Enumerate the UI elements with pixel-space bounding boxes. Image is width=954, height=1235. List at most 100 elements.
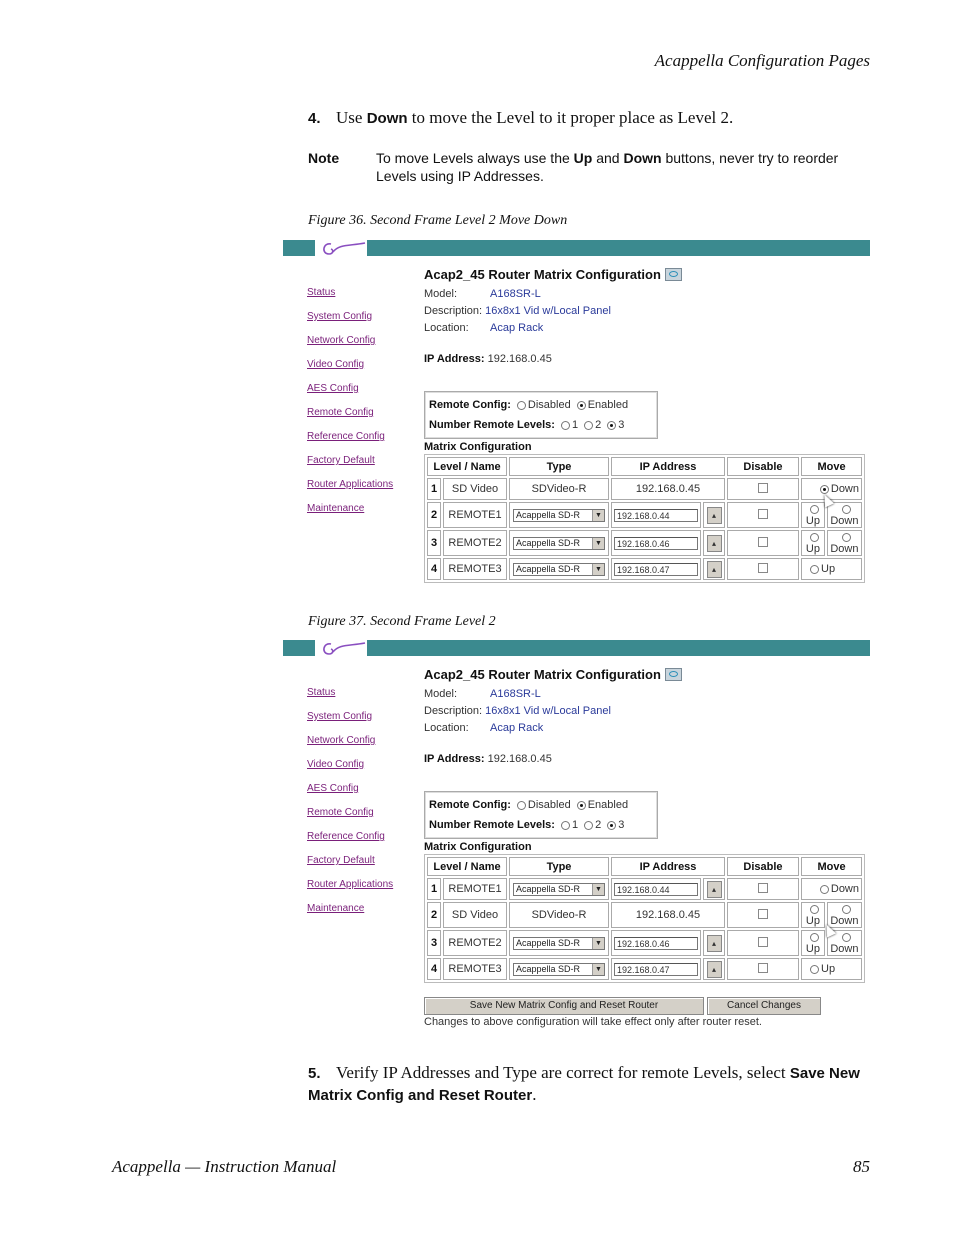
move-up-radio[interactable] — [810, 904, 820, 914]
ip-spin-button[interactable]: ▴ — [706, 960, 722, 978]
radio-label: 1 — [571, 419, 579, 431]
disable-checkbox[interactable] — [758, 936, 768, 947]
down-label: Down — [830, 883, 859, 895]
nav-link-video-config[interactable]: Video Config — [307, 358, 393, 382]
figure-36-caption: Figure 36. Second Frame Level 2 Move Dow… — [308, 213, 568, 228]
type-select[interactable]: Acappella SD-R ▼ — [513, 882, 605, 896]
move-up-radio[interactable] — [810, 504, 820, 514]
nav-link-factory-default[interactable]: Factory Default — [307, 854, 393, 878]
num-remote-radio-3[interactable] — [607, 820, 617, 830]
save-reset-button[interactable]: Save New Matrix Config and Reset Router — [424, 997, 704, 1015]
chevron-down-icon[interactable]: ▼ — [592, 963, 604, 975]
remote-config-radio-disabled[interactable] — [516, 400, 526, 410]
nav-link-system-config[interactable]: System Config — [307, 310, 393, 334]
disable-checkbox[interactable] — [758, 508, 768, 519]
disable-checkbox[interactable] — [758, 536, 768, 547]
chevron-down-icon[interactable]: ▼ — [592, 937, 604, 949]
move-down-radio[interactable] — [819, 884, 829, 894]
select-value: Acappella SD-R — [516, 964, 581, 974]
disable-checkbox[interactable] — [758, 562, 768, 573]
num-remote-radio-2[interactable] — [584, 820, 594, 830]
disable-checkbox[interactable] — [758, 962, 768, 973]
move-down-radio[interactable] — [841, 532, 851, 542]
nav-link-aes-config[interactable]: AES Config — [307, 782, 393, 806]
ip-spin-button[interactable]: ▴ — [706, 506, 722, 524]
nav-link-reference-config[interactable]: Reference Config — [307, 430, 393, 454]
nav-link-aes-config[interactable]: AES Config — [307, 382, 393, 406]
level-name: REMOTE2 — [443, 930, 507, 956]
nav-link-network-config[interactable]: Network Config — [307, 734, 393, 758]
nav-link-remote-config[interactable]: Remote Config — [307, 806, 393, 830]
move-up-radio[interactable] — [810, 532, 820, 542]
model-value: A168SR-L — [490, 288, 541, 300]
chevron-down-icon[interactable]: ▼ — [592, 537, 604, 549]
num-remote-radio-2[interactable] — [584, 420, 594, 430]
nav-link-status[interactable]: Status — [307, 686, 393, 710]
chevron-down-icon[interactable]: ▼ — [592, 509, 604, 521]
level-number: 2 — [427, 902, 441, 928]
disable-checkbox[interactable] — [758, 908, 768, 919]
move-down-radio[interactable] — [841, 904, 851, 914]
ip-input[interactable]: 192.168.0.46 — [614, 536, 698, 550]
model-label: Model: — [424, 288, 458, 300]
remote-config-radio-disabled[interactable] — [516, 800, 526, 810]
chevron-down-icon[interactable]: ▼ — [592, 563, 604, 575]
footer-manual-title: Acappella — Instruction Manual — [112, 1157, 337, 1176]
nav-link-router-applications[interactable]: Router Applications — [307, 878, 393, 902]
nav-link-video-config[interactable]: Video Config — [307, 758, 393, 782]
type-select[interactable]: Acappella SD-R ▼ — [513, 536, 605, 550]
down-label: Down — [830, 543, 859, 555]
ip-spin-button[interactable]: ▴ — [706, 560, 722, 578]
down-label: Down — [830, 915, 859, 927]
ip-spin-button[interactable]: ▴ — [706, 934, 722, 952]
ip-spin-button[interactable]: ▴ — [706, 534, 722, 552]
remote-config-radio-enabled[interactable] — [576, 800, 586, 810]
nav-link-router-applications[interactable]: Router Applications — [307, 478, 393, 502]
ip-input[interactable]: 192.168.0.46 — [614, 936, 698, 950]
nav-link-factory-default[interactable]: Factory Default — [307, 454, 393, 478]
nav-link-network-config[interactable]: Network Config — [307, 334, 393, 358]
ip-spin-button[interactable]: ▴ — [706, 880, 722, 898]
type-select[interactable]: Acappella SD-R ▼ — [513, 962, 605, 976]
nav-link-reference-config[interactable]: Reference Config — [307, 830, 393, 854]
ip-input[interactable]: 192.168.0.44 — [614, 882, 698, 896]
column-header: Level / Name — [427, 457, 507, 476]
type-select[interactable]: Acappella SD-R ▼ — [513, 562, 605, 576]
move-up-radio[interactable] — [810, 964, 819, 974]
column-header: Move — [801, 457, 862, 476]
radio-label: 2 — [595, 819, 602, 831]
ip-input[interactable]: 192.168.0.44 — [614, 508, 698, 522]
ip-input[interactable]: 192.168.0.47 — [614, 962, 698, 976]
num-remote-radio-1[interactable] — [560, 820, 570, 830]
ip-input[interactable]: 192.168.0.47 — [614, 562, 698, 576]
num-remote-radio-3[interactable] — [607, 420, 617, 430]
reset-note: Changes to above configuration will take… — [424, 1016, 762, 1028]
type-select[interactable]: Acappella SD-R ▼ — [513, 936, 605, 950]
refresh-icon[interactable] — [664, 267, 682, 281]
type-select[interactable]: Acappella SD-R ▼ — [513, 508, 605, 522]
up-label: Up — [805, 515, 820, 527]
radio-label: 3 — [618, 819, 625, 831]
disable-checkbox[interactable] — [758, 882, 768, 893]
refresh-icon[interactable] — [664, 667, 682, 681]
nav-link-status[interactable]: Status — [307, 286, 393, 310]
disable-cell — [727, 530, 799, 556]
nav-link-maintenance[interactable]: Maintenance — [307, 902, 393, 926]
nav-link-maintenance[interactable]: Maintenance — [307, 502, 393, 526]
nav-link-system-config[interactable]: System Config — [307, 710, 393, 734]
chevron-down-icon[interactable]: ▼ — [592, 883, 604, 895]
move-down-radio[interactable] — [841, 932, 851, 942]
move-down-radio[interactable] — [841, 504, 851, 514]
ip-cell: 192.168.0.46 — [611, 530, 701, 556]
disable-checkbox[interactable] — [758, 482, 768, 493]
nav-link-remote-config[interactable]: Remote Config — [307, 406, 393, 430]
move-up-radio[interactable] — [810, 564, 819, 574]
move-up-radio[interactable] — [810, 932, 820, 942]
cancel-button[interactable]: Cancel Changes — [707, 997, 821, 1015]
remote-config-radio-enabled[interactable] — [576, 400, 586, 410]
num-remote-radio-1[interactable] — [560, 420, 570, 430]
disable-cell — [727, 558, 799, 580]
move-up-cell: Up — [801, 530, 825, 556]
level-number: 2 — [427, 502, 441, 528]
level-number: 4 — [427, 958, 441, 980]
